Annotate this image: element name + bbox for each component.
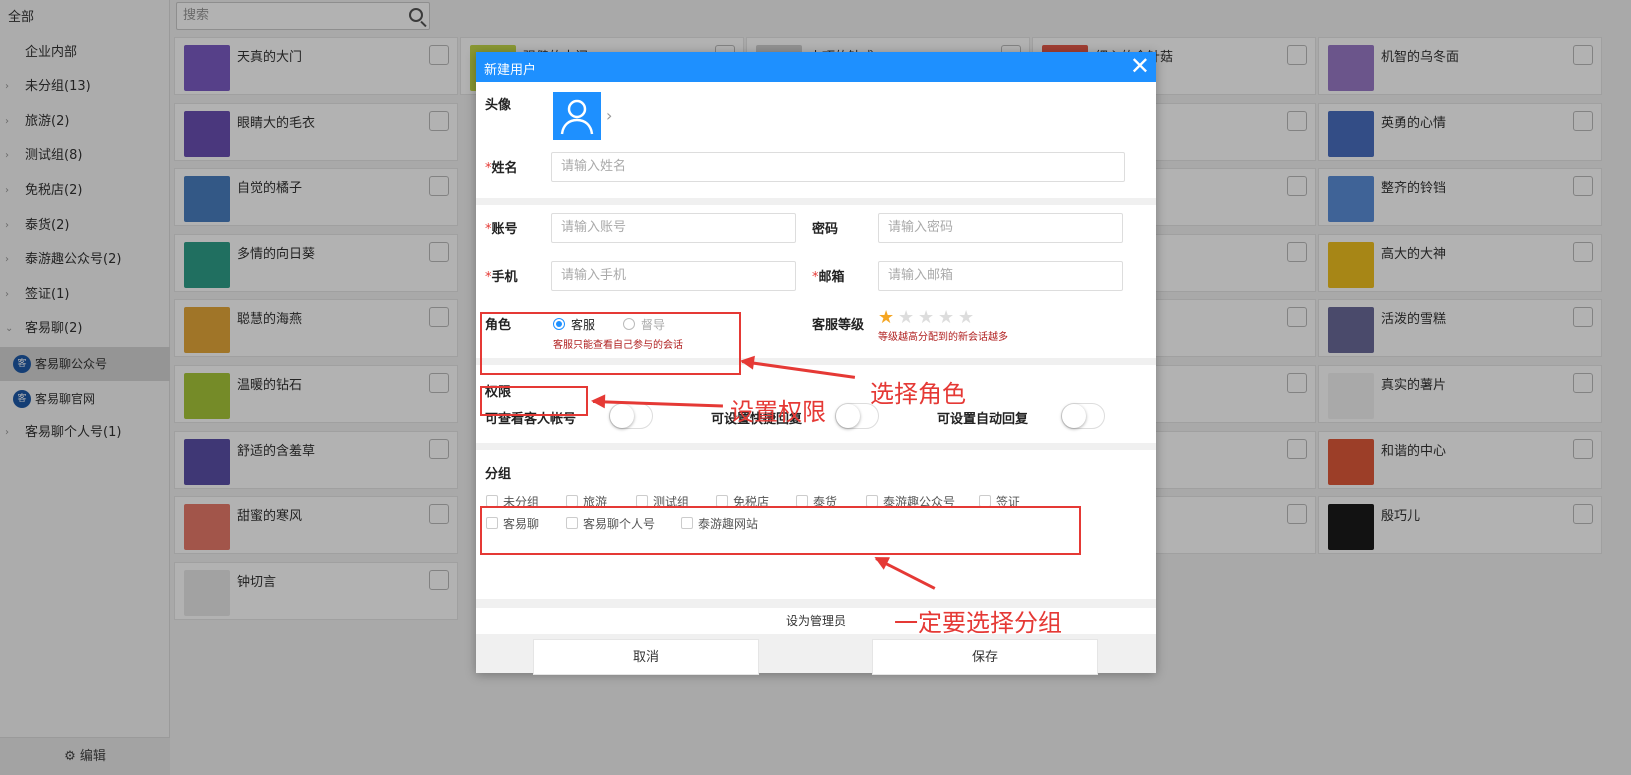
permission-highlight-box xyxy=(480,386,588,416)
divider xyxy=(476,443,1156,450)
save-button[interactable]: 保存 xyxy=(872,639,1098,675)
phone-field[interactable]: 请输入手机 xyxy=(551,261,796,291)
chevron-right-icon[interactable]: › xyxy=(606,106,612,125)
name-label: *姓名 xyxy=(485,157,518,176)
name-field[interactable]: 请输入姓名 xyxy=(551,152,1125,182)
phone-label: *手机 xyxy=(485,266,518,285)
name-label-text: 姓名 xyxy=(491,161,518,176)
cancel-button[interactable]: 取消 xyxy=(533,639,759,675)
account-label-text: 账号 xyxy=(491,222,518,237)
account-label: *账号 xyxy=(485,218,518,237)
toggle-auto-reply[interactable] xyxy=(1061,403,1105,429)
phone-label-text: 手机 xyxy=(491,270,518,285)
group-highlight-box xyxy=(480,506,1081,555)
star-icon[interactable]: ★ xyxy=(878,309,894,327)
star-icon[interactable]: ★ xyxy=(958,309,974,327)
email-label: *邮箱 xyxy=(812,266,845,285)
level-hint: 等级越高分配到的新会话越多 xyxy=(878,332,1008,343)
perm-label-auto-reply: 可设置自动回复 xyxy=(937,412,1029,427)
group-annotation: 一定要选择分组 xyxy=(894,609,1062,637)
divider xyxy=(476,198,1156,205)
dialog-header: 新建用户 ✕ xyxy=(476,52,1156,82)
password-label: 密码 xyxy=(812,222,839,237)
dialog-footer: 取消 保存 xyxy=(476,634,1156,675)
group-title: 分组 xyxy=(485,467,512,482)
user-icon xyxy=(560,99,594,135)
account-field[interactable]: 请输入账号 xyxy=(551,213,796,243)
app-window: 全部 企业内部 › 未分组(13) › 旅游(2) › 测试组(8) › 免税店(2) › 泰货(2)… xyxy=(0,0,1631,775)
star-icon[interactable]: ★ xyxy=(938,309,954,327)
password-field[interactable]: 请输入密码 xyxy=(878,213,1123,243)
email-field[interactable]: 请输入邮箱 xyxy=(878,261,1123,291)
close-icon[interactable]: ✕ xyxy=(1130,53,1150,79)
avatar-upload[interactable] xyxy=(553,92,601,140)
role-annotation: 选择角色 xyxy=(870,380,966,408)
toggle-view-account[interactable] xyxy=(609,403,653,429)
email-label-text: 邮箱 xyxy=(818,270,845,285)
permission-annotation: 设置权限 xyxy=(730,398,826,426)
star-icon[interactable]: ★ xyxy=(898,309,914,327)
avatar-label: 头像 xyxy=(485,98,512,113)
star-icon[interactable]: ★ xyxy=(918,309,934,327)
level-label: 客服等级 xyxy=(812,318,865,333)
role-highlight-box xyxy=(480,312,741,375)
dialog-title: 新建用户 xyxy=(484,63,537,78)
